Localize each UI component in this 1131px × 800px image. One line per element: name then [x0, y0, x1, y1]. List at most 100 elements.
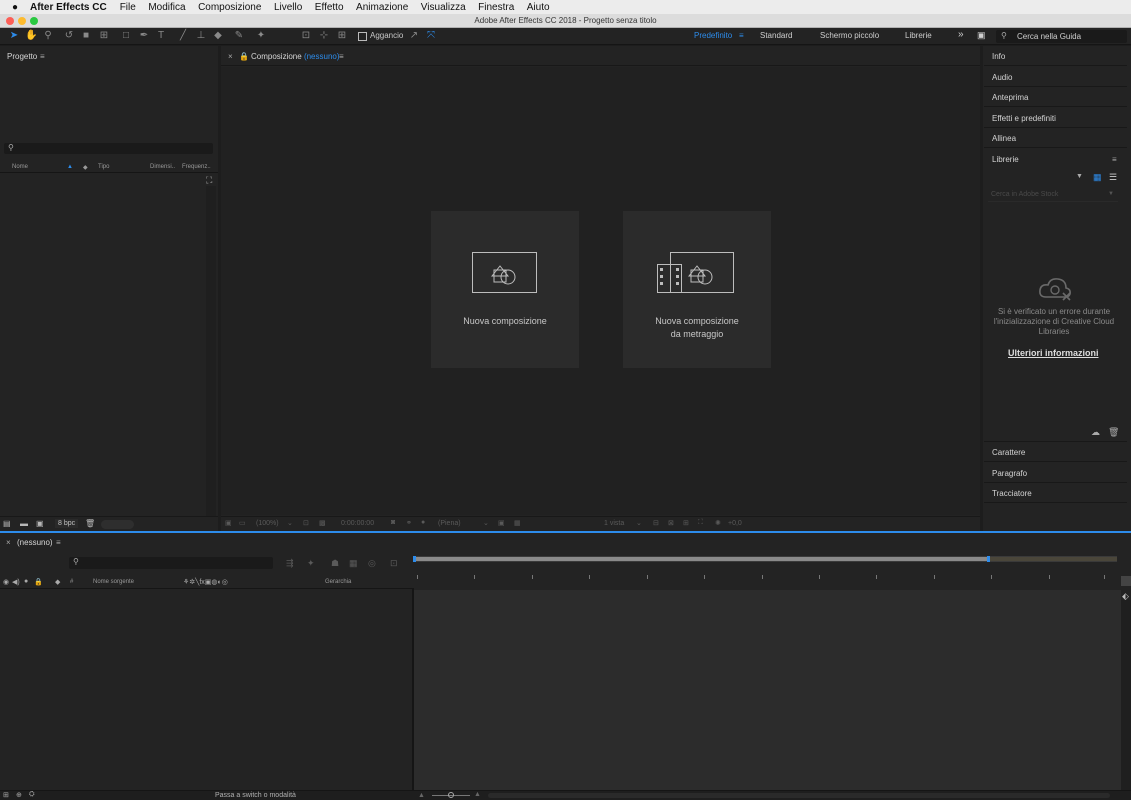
grid-view-icon[interactable]: ▦ — [1093, 172, 1102, 183]
selection-tool-icon[interactable]: ➤ — [8, 30, 20, 42]
new-composition-tile[interactable]: Nuova composizione — [431, 211, 579, 368]
flowchart-icon[interactable]: ⛶ — [698, 519, 703, 527]
list-view-icon[interactable]: ☰ — [1109, 172, 1117, 183]
column-type[interactable]: Tipo — [98, 164, 109, 170]
hand-tool-icon[interactable]: ✋ — [25, 30, 37, 42]
pen-tool-icon[interactable]: ✒ — [138, 30, 150, 42]
channel-icon[interactable]: ● — [421, 519, 425, 526]
shy-layers-icon[interactable]: ☗ — [331, 558, 339, 569]
libraries-panel-header[interactable]: Librerie — [984, 149, 1127, 169]
pan-behind-tool-icon[interactable]: ⊞ — [98, 30, 110, 42]
snap-checkbox[interactable] — [358, 32, 367, 41]
zoom-dropdown[interactable]: (100%) — [256, 520, 279, 527]
close-tab-icon[interactable]: × — [228, 52, 233, 61]
text-tool-icon[interactable]: T — [155, 30, 167, 42]
project-panel-title[interactable]: Progetto — [7, 52, 37, 61]
video-visibility-icon[interactable]: ◉ — [3, 578, 9, 586]
snap-options-icon[interactable]: ↗ — [408, 30, 420, 42]
timeline-icon[interactable]: ⊞ — [683, 519, 689, 527]
exposure-value[interactable]: +0,0 — [728, 520, 742, 527]
monitor-icon[interactable]: ▭ — [239, 519, 246, 527]
paragraph-panel[interactable]: Paragrafo — [984, 463, 1127, 483]
menu-composizione[interactable]: Composizione — [198, 2, 261, 13]
column-size[interactable]: Dimensi.. — [150, 164, 175, 170]
composition-tab[interactable]: Composizione (nessuno) — [251, 52, 340, 61]
safe-zones-icon[interactable]: ⊡ — [303, 519, 309, 527]
workspace-predefinito[interactable]: Predefinito — [694, 31, 732, 40]
roto-brush-tool-icon[interactable]: ✎ — [233, 30, 245, 42]
menu-effetto[interactable]: Effetto — [315, 2, 344, 13]
sort-arrow-icon[interactable]: ▲ — [67, 164, 73, 170]
menu-visualizza[interactable]: Visualizza — [421, 2, 466, 13]
motion-blur-icon[interactable]: ◎ — [368, 558, 376, 569]
parent-column[interactable]: Gerarchia — [325, 579, 351, 585]
workspace-menu-icon[interactable]: ≡ — [739, 31, 744, 40]
sync-cloud-icon[interactable]: ☁ — [1091, 427, 1100, 438]
clone-stamp-tool-icon[interactable]: ⊥ — [195, 30, 207, 42]
solo-icon[interactable]: ● — [24, 578, 28, 585]
show-snapshot-icon[interactable]: ⚭ — [406, 519, 412, 527]
zoom-tool-icon[interactable]: ⚲ — [42, 30, 54, 42]
snap-feature-icon[interactable]: ⤧ — [425, 30, 437, 42]
panel-layout-icon[interactable]: ▣ — [977, 30, 986, 41]
eraser-tool-icon[interactable]: ◆ — [212, 30, 224, 42]
timeline-vertical-scrollbar[interactable] — [1121, 600, 1131, 790]
project-menu-icon[interactable]: ≡ — [40, 52, 45, 61]
column-name[interactable]: Nome — [12, 164, 28, 170]
view-axis-icon[interactable]: ⊞ — [336, 30, 348, 42]
interpret-footage-icon[interactable]: ▤ — [3, 519, 11, 528]
resolution-dropdown[interactable]: (Piena) — [438, 520, 461, 527]
current-time-display[interactable]: 0:00:00:00 — [341, 520, 374, 527]
brush-tool-icon[interactable]: ╱ — [177, 30, 189, 42]
rectangle-tool-icon[interactable]: □ — [120, 30, 132, 42]
menu-file[interactable]: File — [120, 2, 136, 13]
menu-modifica[interactable]: Modifica — [148, 2, 185, 13]
label-tag-icon[interactable]: ◆ — [83, 164, 88, 171]
bpc-button[interactable]: 8 bpc — [55, 519, 79, 528]
menu-finestra[interactable]: Finestra — [478, 2, 514, 13]
tracker-panel[interactable]: Tracciatore — [984, 483, 1127, 503]
zoom-in-icon[interactable]: ▲ — [474, 791, 481, 798]
source-name-column[interactable]: Nome sorgente — [93, 579, 134, 585]
library-trash-icon[interactable]: 🗑 — [1108, 427, 1119, 438]
local-axis-icon[interactable]: ⊡ — [300, 30, 312, 42]
align-panel[interactable]: Allinea — [984, 128, 1127, 148]
library-dropdown[interactable]: ▼ — [988, 172, 1086, 184]
snapshot-camera-icon[interactable]: ◙ — [391, 519, 395, 526]
new-composition-icon[interactable]: ▣ — [36, 519, 44, 528]
comp-mini-flowchart-icon[interactable]: ⇶ — [286, 558, 294, 569]
audio-panel[interactable]: Audio — [984, 67, 1127, 87]
workspace-schermo-piccolo[interactable]: Schermo piccolo — [820, 31, 879, 40]
label-tag-icon[interactable]: ◆ — [55, 578, 60, 586]
workspace-librerie[interactable]: Librerie — [905, 31, 932, 40]
always-preview-icon[interactable]: ▣ — [225, 519, 232, 527]
work-area-bar[interactable] — [415, 557, 989, 561]
composition-menu-icon[interactable]: ≡ — [339, 52, 344, 61]
minimize-window-button[interactable] — [18, 17, 26, 25]
layer-number-column[interactable]: # — [70, 579, 73, 585]
graph-editor-icon[interactable]: ⊡ — [390, 558, 398, 569]
region-of-interest-icon[interactable]: ▣ — [498, 519, 505, 527]
layer-switches-pane-icon[interactable]: ⊞ — [3, 791, 9, 799]
flowchart-icon[interactable]: ⛶ — [206, 175, 212, 186]
more-workspaces-icon[interactable]: » — [958, 29, 964, 40]
puppet-tool-icon[interactable]: ✦ — [255, 30, 267, 42]
fast-previews-icon[interactable]: ⊠ — [668, 519, 674, 527]
close-window-button[interactable] — [6, 17, 14, 25]
close-timeline-icon[interactable]: × — [6, 538, 11, 547]
project-search-input[interactable]: ⚲ — [4, 143, 213, 154]
libraries-menu-icon[interactable]: ≡ — [1112, 155, 1117, 164]
frame-blending-icon[interactable]: ▦ — [349, 558, 358, 569]
zoom-slider-thumb[interactable] — [448, 792, 454, 798]
work-area-start-handle[interactable] — [413, 556, 416, 562]
app-menu[interactable]: After Effects CC — [30, 2, 107, 13]
timeline-scroll-handle[interactable] — [1121, 576, 1131, 586]
info-panel[interactable]: Info — [984, 46, 1127, 66]
timeline-menu-icon[interactable]: ≡ — [56, 538, 61, 547]
camera-tool-icon[interactable]: ■ — [80, 30, 92, 42]
layer-switches-icons[interactable]: ⚘✲╲fx▣◍◐◎ — [183, 578, 228, 586]
zoom-window-button[interactable] — [30, 17, 38, 25]
new-folder-icon[interactable]: ▬ — [20, 519, 28, 528]
help-search-input[interactable]: ⚲ Cerca nella Guida — [996, 30, 1127, 43]
lock-icon[interactable]: 🔒 — [34, 578, 43, 586]
